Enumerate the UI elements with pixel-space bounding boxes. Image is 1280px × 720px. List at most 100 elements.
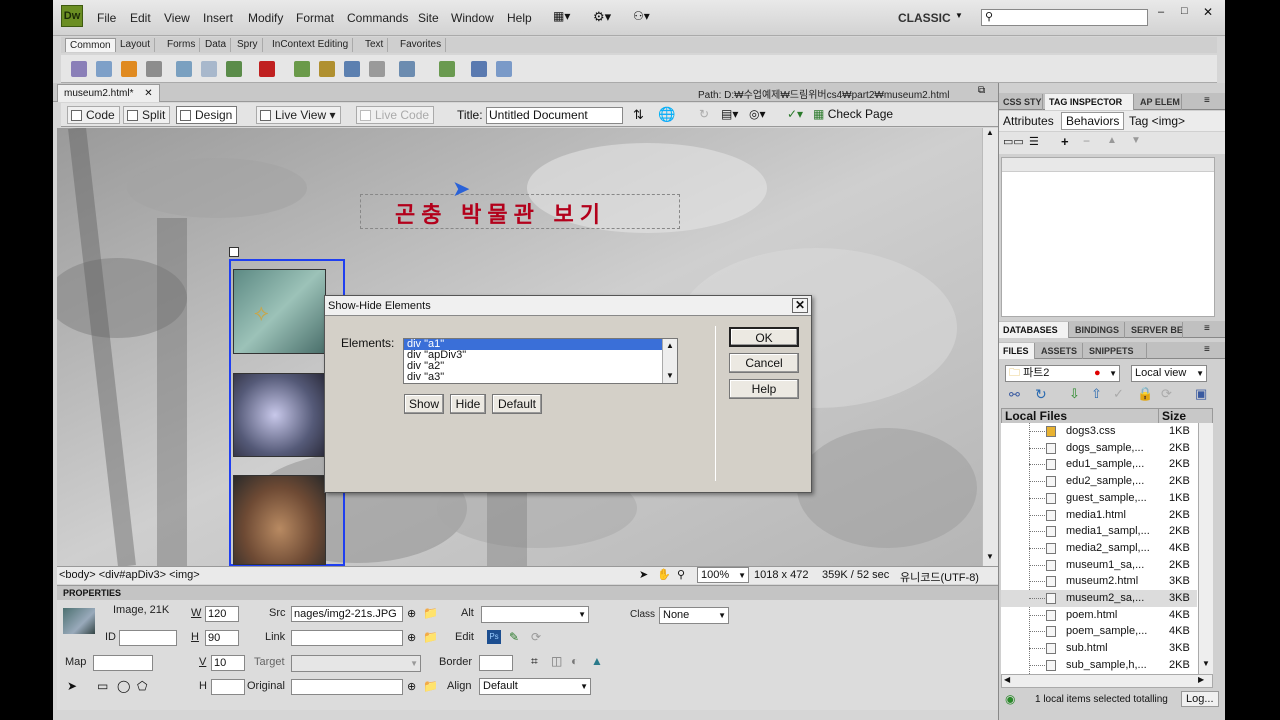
- menu-window[interactable]: Window: [451, 11, 494, 25]
- edit-settings-icon[interactable]: ✎: [509, 630, 519, 644]
- date-icon[interactable]: [294, 61, 310, 77]
- hand-tool-icon[interactable]: ✋: [657, 568, 671, 581]
- class-select[interactable]: None: [659, 607, 729, 624]
- elements-listbox[interactable]: div "a1" div "apDiv3" div "a2" div "a3" …: [403, 338, 678, 384]
- log-button[interactable]: Log...: [1181, 691, 1219, 707]
- div-icon[interactable]: [201, 61, 217, 77]
- chevron-down-icon[interactable]: ▼: [955, 11, 963, 20]
- cancel-button[interactable]: Cancel: [729, 353, 799, 373]
- design-view-button[interactable]: Design: [176, 106, 238, 124]
- tab-data[interactable]: Data: [201, 38, 232, 52]
- original-field[interactable]: [291, 679, 403, 695]
- panel-menu-icon[interactable]: ≡: [1204, 344, 1210, 355]
- browse-folder-icon[interactable]: 📁: [423, 606, 438, 620]
- src-field[interactable]: nages/img2-21s.JPG: [291, 606, 403, 622]
- tag-chooser-icon[interactable]: [471, 61, 487, 77]
- file-management-icon[interactable]: ⇅: [633, 107, 644, 123]
- server-side-include-icon[interactable]: [319, 61, 335, 77]
- default-button[interactable]: Default: [492, 394, 542, 414]
- layout-icon[interactable]: ▦▾: [553, 9, 575, 25]
- document-tab[interactable]: museum2.html* ✕: [57, 84, 160, 102]
- tab-behaviors[interactable]: Behaviors: [1061, 112, 1125, 130]
- listbox-scrollbar[interactable]: ▲ ▼: [662, 339, 677, 383]
- id-field[interactable]: [119, 630, 177, 646]
- templates-icon[interactable]: [439, 61, 455, 77]
- target-select[interactable]: [291, 655, 421, 672]
- vspace-field[interactable]: 10: [211, 655, 245, 671]
- show-set-events-icon[interactable]: ▭▭: [1003, 135, 1024, 148]
- check-out-icon[interactable]: ✓: [1113, 386, 1124, 402]
- close-icon[interactable]: ✕: [792, 298, 808, 313]
- scroll-down-icon[interactable]: ▼: [663, 369, 677, 383]
- photoshop-icon[interactable]: Ps: [487, 630, 501, 644]
- scroll-down-icon[interactable]: ▼: [1202, 659, 1210, 668]
- put-files-icon[interactable]: ⇧: [1091, 386, 1102, 402]
- close-tab-icon[interactable]: ✕: [144, 88, 152, 99]
- horizontal-rule-icon[interactable]: [146, 61, 162, 77]
- help-button[interactable]: Help: [729, 379, 799, 399]
- refresh-icon[interactable]: ↻: [1035, 386, 1047, 403]
- file-row[interactable]: museum2.html 3KB: [1001, 573, 1197, 590]
- local-files-header[interactable]: Local Files: [1005, 409, 1067, 423]
- menu-view[interactable]: View: [164, 11, 190, 25]
- scroll-down-icon[interactable]: ▼: [986, 552, 994, 561]
- tab-snippets[interactable]: SNIPPETS: [1085, 343, 1147, 359]
- tab-spry[interactable]: Spry: [233, 38, 263, 52]
- tab-common[interactable]: Common: [65, 38, 116, 52]
- menu-modify[interactable]: Modify: [248, 11, 283, 25]
- panel-menu-icon[interactable]: ≡: [1204, 95, 1210, 106]
- layer-handle[interactable]: [229, 247, 239, 257]
- tab-layout[interactable]: Layout: [116, 38, 156, 52]
- sync-icon[interactable]: ⟳: [1161, 386, 1172, 402]
- exhibit-hall-image[interactable]: [233, 475, 326, 565]
- pointer-hotspot-icon[interactable]: ➤: [67, 679, 77, 693]
- media-icon[interactable]: [259, 61, 275, 77]
- menu-insert[interactable]: Insert: [203, 11, 233, 25]
- link-point-icon[interactable]: ⊕: [407, 631, 416, 644]
- tab-tag-inspector[interactable]: TAG INSPECTOR: [1045, 94, 1134, 110]
- minimize-icon[interactable]: –: [1158, 6, 1164, 18]
- tab-ap-elements[interactable]: AP ELEM: [1136, 94, 1182, 110]
- resample-icon[interactable]: ◫: [551, 654, 562, 668]
- file-row[interactable]: edu2_sample,... 2KB: [1001, 473, 1197, 490]
- point-to-file-icon[interactable]: ⊕: [407, 607, 416, 620]
- named-anchor-icon[interactable]: [121, 61, 137, 77]
- list-item[interactable]: div "a2": [404, 361, 677, 372]
- email-link-icon[interactable]: [96, 61, 112, 77]
- menu-file[interactable]: File: [97, 11, 116, 25]
- width-field[interactable]: 120: [205, 606, 239, 622]
- head-icon[interactable]: [369, 61, 385, 77]
- menu-edit[interactable]: Edit: [130, 11, 151, 25]
- remove-behavior-icon[interactable]: −: [1083, 134, 1090, 148]
- file-row-selected[interactable]: museum2_sa,... 3KB: [1001, 590, 1197, 607]
- tab-assets[interactable]: ASSETS: [1037, 343, 1083, 359]
- file-row[interactable]: media1_sampl,... 2KB: [1001, 523, 1197, 540]
- sharpen-icon[interactable]: ▲: [591, 654, 603, 668]
- tab-text[interactable]: Text: [361, 38, 389, 52]
- site-icon[interactable]: ⚇▾: [633, 9, 650, 23]
- museum-interior-image[interactable]: [233, 373, 326, 457]
- close-icon[interactable]: ✕: [1203, 5, 1213, 19]
- tab-bindings[interactable]: BINDINGS: [1071, 322, 1125, 338]
- add-behavior-icon[interactable]: +: [1061, 134, 1069, 149]
- rect-hotspot-icon[interactable]: ▭: [97, 679, 108, 693]
- image-icon[interactable]: [226, 61, 242, 77]
- size-header[interactable]: Size: [1158, 409, 1186, 423]
- update-icon[interactable]: ⟳: [531, 630, 541, 644]
- visual-aids-icon[interactable]: ◎▾: [749, 107, 766, 121]
- select-tool-icon[interactable]: ➤: [639, 568, 648, 581]
- hspace-field[interactable]: [211, 679, 245, 695]
- tab-attributes[interactable]: Attributes: [1003, 114, 1054, 128]
- menu-commands[interactable]: Commands: [347, 11, 408, 25]
- file-row[interactable]: poem_sample,... 4KB: [1001, 623, 1197, 640]
- site-select[interactable]: 🗀 파트2 ●: [1005, 365, 1120, 382]
- menu-help[interactable]: Help: [507, 11, 532, 25]
- comment-icon[interactable]: [344, 61, 360, 77]
- validate-icon[interactable]: ✓▾: [787, 107, 803, 121]
- preview-browser-icon[interactable]: 🌐: [658, 106, 675, 123]
- height-field[interactable]: 90: [205, 630, 239, 646]
- ok-button[interactable]: OK: [729, 327, 799, 347]
- move-up-icon[interactable]: ▲: [1107, 135, 1117, 146]
- gear-icon[interactable]: ⚙▾: [593, 9, 611, 25]
- file-list-hscrollbar[interactable]: ◀ ▶: [1001, 674, 1213, 688]
